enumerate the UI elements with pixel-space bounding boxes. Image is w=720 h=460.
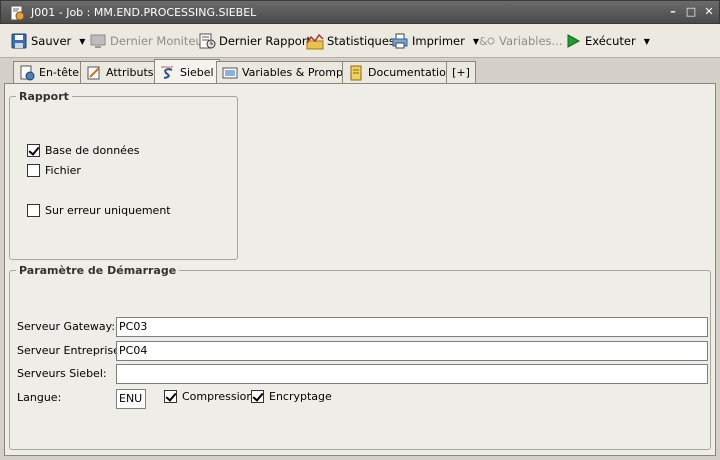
svg-text:&: & <box>479 35 488 48</box>
database-checkbox[interactable] <box>27 144 40 157</box>
file-checkbox-row[interactable]: Fichier <box>27 164 81 177</box>
tab-attributes[interactable]: Attributs <box>80 61 160 83</box>
variables-icon: & <box>479 35 495 48</box>
report-legend: Rapport <box>16 90 72 103</box>
siebel-servers-label: Serveurs Siebel: <box>17 367 107 380</box>
compression-label: Compression <box>182 390 254 403</box>
siebel-servers-input[interactable] <box>116 364 708 384</box>
tab-bar: En-tête Attributs ORACLE Siebel Variable… <box>0 58 720 84</box>
save-button[interactable]: Sauver ▼ <box>10 31 85 51</box>
compression-checkbox-row[interactable]: Compression <box>164 390 253 403</box>
print-button[interactable]: Imprimer ▼ <box>391 31 479 51</box>
language-label: Langue: <box>17 391 62 404</box>
gateway-input[interactable]: PC03 <box>116 317 708 337</box>
job-icon <box>10 5 25 21</box>
tab-documentation-label: Documentation <box>368 66 453 79</box>
on-error-label: Sur erreur uniquement <box>45 204 171 217</box>
encryption-label: Encryptage <box>269 390 332 403</box>
statistics-icon <box>306 33 324 50</box>
last-report-label: Dernier Rapport <box>219 34 312 48</box>
printer-icon <box>392 33 408 49</box>
encryption-checkbox-row[interactable]: Encryptage <box>251 390 332 403</box>
execute-button[interactable]: Exécuter ▼ <box>564 31 650 51</box>
tab-documentation[interactable]: Documentation <box>342 61 459 83</box>
report-icon <box>199 33 216 49</box>
report-group: Rapport <box>9 90 238 260</box>
compression-checkbox[interactable] <box>164 390 177 403</box>
attributes-icon <box>87 66 100 79</box>
language-input[interactable]: ENU <box>116 389 146 409</box>
file-label: Fichier <box>45 164 81 177</box>
monitor-icon <box>90 34 106 48</box>
startup-legend: Paramètre de Démarrage <box>16 264 180 277</box>
database-label: Base de données <box>45 144 140 157</box>
header-icon <box>20 65 35 80</box>
tab-siebel-label: Siebel <box>180 65 214 79</box>
tab-siebel[interactable]: ORACLE Siebel <box>154 59 220 84</box>
toolbar: Sauver ▼ Dernier Moniteur Dernier Rappor… <box>0 24 720 58</box>
enterprise-label: Serveur Entreprise: <box>17 344 124 357</box>
tab-variables-prompts[interactable]: Variables & Prompts <box>216 61 360 83</box>
tab-header[interactable]: En-tête <box>13 61 86 83</box>
last-report-button[interactable]: Dernier Rapport <box>198 31 311 51</box>
save-dropdown-icon[interactable]: ▼ <box>79 37 85 46</box>
on-error-checkbox[interactable] <box>27 204 40 217</box>
encryption-checkbox[interactable] <box>251 390 264 403</box>
tab-add[interactable]: [+] <box>446 61 476 83</box>
on-error-checkbox-row[interactable]: Sur erreur uniquement <box>27 204 171 217</box>
tab-add-label: [+] <box>452 66 470 79</box>
gateway-label: Serveur Gateway: <box>17 320 116 333</box>
tab-variables-prompts-label: Variables & Prompts <box>242 66 354 79</box>
variables-prompts-icon <box>222 67 238 78</box>
statistics-label: Statistiques <box>327 34 395 48</box>
enterprise-input[interactable]: PC04 <box>116 341 708 361</box>
file-checkbox[interactable] <box>27 164 40 177</box>
save-icon <box>11 33 27 49</box>
documentation-icon <box>350 65 362 80</box>
variables-label: Variables... <box>499 34 563 48</box>
database-checkbox-row[interactable]: Base de données <box>27 144 139 157</box>
maximize-button[interactable]: □ <box>684 5 698 19</box>
play-icon <box>567 34 581 48</box>
last-monitor-button[interactable]: Dernier Moniteur <box>89 31 207 51</box>
minimize-button[interactable]: – <box>666 5 680 19</box>
last-monitor-label: Dernier Moniteur <box>110 34 208 48</box>
siebel-panel: Rapport Base de données Fichier Sur erre… <box>4 84 716 456</box>
siebel-icon: ORACLE <box>161 65 173 79</box>
tab-attributes-label: Attributs <box>106 66 154 79</box>
window-title: J001 - Job : MM.END.PROCESSING.SIEBEL <box>31 6 257 19</box>
variables-button[interactable]: & Variables... <box>478 31 563 51</box>
close-button[interactable]: ✕ <box>702 5 716 19</box>
save-label: Sauver <box>31 34 72 48</box>
statistics-button[interactable]: Statistiques <box>306 31 395 51</box>
window-titlebar: J001 - Job : MM.END.PROCESSING.SIEBEL – … <box>0 0 720 24</box>
print-label: Imprimer <box>412 34 465 48</box>
tab-header-label: En-tête <box>39 66 80 79</box>
execute-label: Exécuter <box>585 34 636 48</box>
execute-dropdown-icon[interactable]: ▼ <box>644 37 650 46</box>
